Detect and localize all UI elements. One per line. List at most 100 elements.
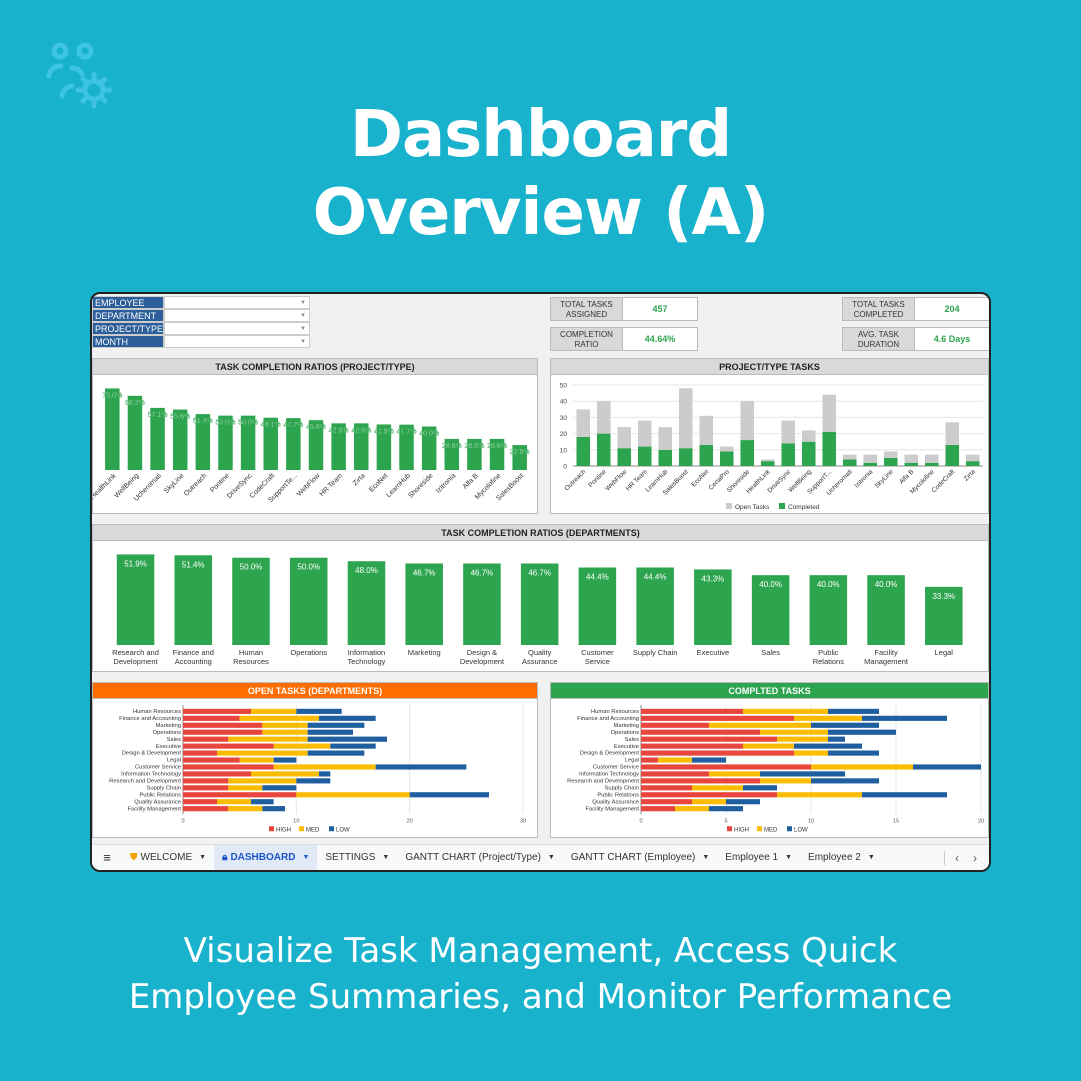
department-dropdown[interactable]: ▼ xyxy=(164,309,310,322)
bar-med xyxy=(709,771,760,777)
data-label: 51.9% xyxy=(124,559,147,568)
bar-completed xyxy=(699,444,714,466)
y-tick-label: Public Relations xyxy=(139,792,181,798)
bar-med xyxy=(709,722,811,728)
y-tick-label: Marketing xyxy=(156,723,181,729)
data-label: 46.7% xyxy=(413,568,436,577)
bar-completed xyxy=(924,462,939,466)
x-tick-label: Management xyxy=(864,657,909,666)
tab-employee-1[interactable]: Employee 1 ▼ xyxy=(717,845,800,871)
y-tick-label: Design & Development xyxy=(122,751,182,757)
bar-high xyxy=(183,757,240,763)
legend-swatch-high xyxy=(269,826,274,832)
bar-open xyxy=(576,409,591,437)
y-tick-label: Legal xyxy=(625,758,639,764)
bar-open xyxy=(822,394,837,432)
bar-completed xyxy=(760,461,775,466)
bar xyxy=(127,395,143,470)
data-label: 50.0% xyxy=(240,563,263,572)
x-tick-label: SkyLine xyxy=(163,472,186,495)
bar-completed xyxy=(863,462,878,466)
y-tick-label: Public Relations xyxy=(597,792,639,798)
bar-low xyxy=(862,792,947,798)
y-tick-label: Quality Assurance xyxy=(592,799,639,805)
bar-completed xyxy=(822,431,837,466)
legend-swatch-med xyxy=(299,826,304,832)
bar-high xyxy=(183,764,274,770)
bar-open xyxy=(924,454,939,463)
tab-label: WELCOME xyxy=(140,851,193,863)
bar-open xyxy=(596,401,611,434)
bar-low xyxy=(319,771,331,777)
subtitle-line-2: Employee Summaries, and Monitor Performa… xyxy=(128,977,953,1017)
x-tick-label: 0 xyxy=(639,818,642,824)
x-tick-label: 10 xyxy=(808,818,814,824)
chevron-down-icon[interactable]: ▼ xyxy=(302,845,309,871)
kpi-value: 457 xyxy=(623,298,697,320)
chevron-left-icon[interactable]: ‹ xyxy=(955,851,959,865)
x-tick-label: WebFlow xyxy=(296,472,322,498)
kpi-total-assigned: TOTAL TASKS ASSIGNED 457 xyxy=(550,297,698,321)
legend-label: MED xyxy=(306,827,320,833)
chevron-down-icon: ▼ xyxy=(300,339,306,345)
x-tick-label: Resources xyxy=(233,657,269,666)
month-dropdown[interactable]: ▼ xyxy=(164,335,310,348)
y-tick-label: Information Technology xyxy=(579,772,639,778)
lock-icon: 🔒︎ xyxy=(222,851,228,863)
tab-dashboard[interactable]: 🔒︎ DASHBOARD ▼ xyxy=(214,844,318,871)
data-label: 48.0% xyxy=(355,566,378,575)
bar-low xyxy=(726,799,760,805)
legend-label: LOW xyxy=(794,827,808,833)
bar-high xyxy=(641,708,743,714)
y-tick-label: Finance and Accounting xyxy=(577,716,639,722)
tab-gantt-employee[interactable]: GANTT CHART (Employee) ▼ xyxy=(563,845,717,871)
legend-label: MED xyxy=(764,827,778,833)
tab-label: GANTT CHART (Project/Type) xyxy=(405,851,541,863)
filter-label: PROJECT/TYPE xyxy=(92,322,164,335)
title-line-2: Overview (A) xyxy=(312,176,770,250)
filter-month: MONTH ▼ xyxy=(92,335,312,348)
chevron-down-icon[interactable]: ▼ xyxy=(199,845,206,871)
x-tick-label: EcoNet xyxy=(690,468,710,488)
tab-welcome[interactable]: ⛊ WELCOME ▼ xyxy=(122,845,214,871)
x-tick-label: Development xyxy=(113,657,158,666)
data-label: 28.6% xyxy=(487,443,507,450)
chevron-down-icon[interactable]: ▼ xyxy=(702,845,709,871)
chevron-down-icon[interactable]: ▼ xyxy=(548,845,555,871)
x-tick-label: 0 xyxy=(181,818,184,824)
bar-low xyxy=(760,771,845,777)
chevron-down-icon[interactable]: ▼ xyxy=(868,845,875,871)
bar-high xyxy=(641,785,692,791)
chevron-right-icon[interactable]: › xyxy=(973,851,977,865)
bar-med xyxy=(675,806,709,812)
x-tick-label: Alfa B xyxy=(462,472,480,490)
data-label: 75.0% xyxy=(102,392,122,399)
hamburger-menu-icon[interactable]: ≡ xyxy=(92,850,122,865)
bar-open xyxy=(863,454,878,463)
chevron-down-icon[interactable]: ▼ xyxy=(382,845,389,871)
tab-navigation: ‹ › xyxy=(944,850,989,865)
y-tick-label: Supply Chain xyxy=(147,785,181,791)
kpi-completion-ratio: COMPLETION RATIO 44.64% xyxy=(550,327,698,351)
bar-completed xyxy=(658,449,673,466)
data-label: 55.6% xyxy=(170,414,190,421)
project-type-dropdown[interactable]: ▼ xyxy=(164,322,310,335)
y-tick-label: Supply Chain xyxy=(605,785,639,791)
tab-gantt-project[interactable]: GANTT CHART (Project/Type) ▼ xyxy=(397,845,563,871)
tab-employee-2[interactable]: Employee 2 ▼ xyxy=(800,845,883,871)
employee-dropdown[interactable]: ▼ xyxy=(164,296,310,309)
bar-low xyxy=(262,806,285,812)
bar-low xyxy=(913,764,981,770)
bar-high xyxy=(641,764,811,770)
bar-completed xyxy=(637,446,652,466)
tab-settings[interactable]: SETTINGS ▼ xyxy=(317,845,397,871)
x-tick-label: Executive xyxy=(697,648,730,657)
bar-high xyxy=(641,722,709,728)
bar-open xyxy=(904,454,919,463)
kpi-label: COMPLETION RATIO xyxy=(551,328,623,350)
data-label: 57.1% xyxy=(148,412,168,419)
chevron-down-icon[interactable]: ▼ xyxy=(785,845,792,871)
x-tick-label: Operations xyxy=(290,648,327,657)
bar-low xyxy=(307,750,365,756)
y-tick-label: Quality Assurance xyxy=(134,799,181,805)
